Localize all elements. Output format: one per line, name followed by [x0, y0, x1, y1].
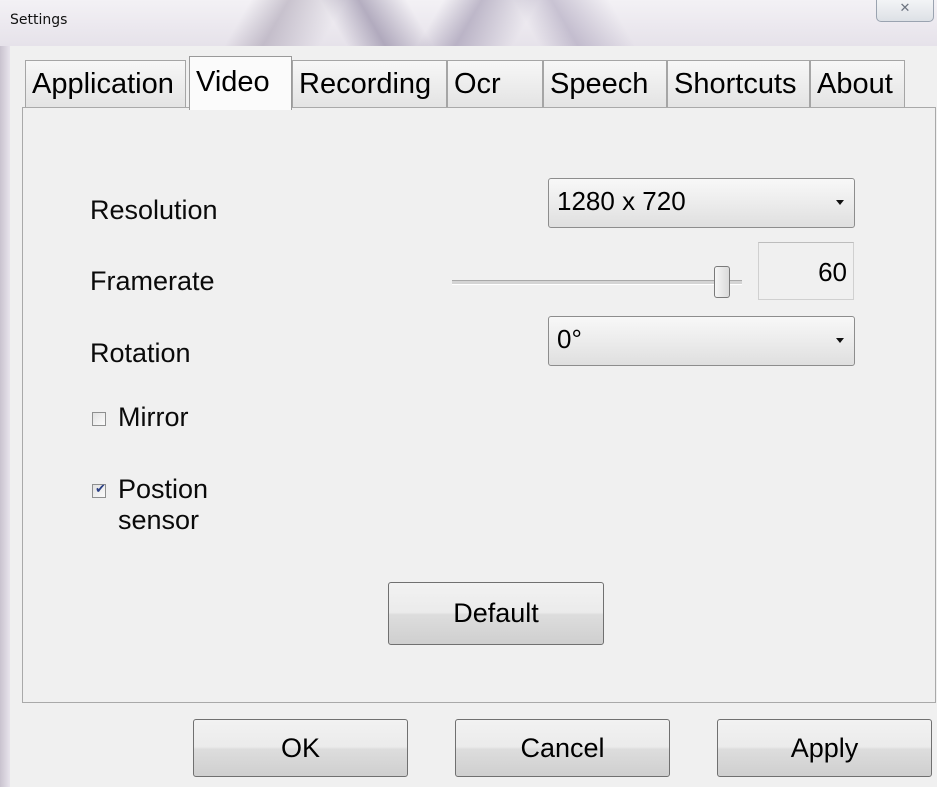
tab-about[interactable]: About [810, 60, 905, 108]
cancel-button[interactable]: Cancel [455, 719, 670, 777]
ok-button[interactable]: OK [193, 719, 408, 777]
apply-button[interactable]: Apply [717, 719, 932, 777]
close-icon: ✕ [899, 1, 911, 16]
tab-speech[interactable]: Speech [543, 60, 667, 108]
framerate-slider-thumb[interactable] [713, 266, 730, 298]
chevron-down-icon [836, 338, 844, 343]
framerate-value: 60 [818, 257, 847, 287]
framerate-slider-track[interactable] [452, 280, 742, 285]
window-border [0, 46, 10, 787]
tab-video[interactable]: Video [189, 56, 292, 110]
title-bar[interactable]: Settings ✕ [0, 0, 937, 46]
tab-shortcuts[interactable]: Shortcuts [667, 60, 810, 108]
tab-ocr[interactable]: Ocr [447, 60, 543, 108]
tab-recording[interactable]: Recording [292, 60, 447, 108]
settings-window: Settings ✕ Application Video Recording O… [0, 0, 937, 787]
mirror-label[interactable]: Mirror [118, 402, 188, 433]
position-sensor-checkbox[interactable]: ✔ [92, 482, 106, 498]
rotation-value: 0° [557, 324, 582, 354]
chevron-down-icon [836, 200, 844, 205]
framerate-value-box: 60 [758, 242, 854, 300]
resolution-label: Resolution [90, 195, 218, 225]
default-button[interactable]: Default [388, 582, 604, 645]
framerate-label: Framerate [90, 266, 215, 296]
tab-application[interactable]: Application [25, 60, 186, 108]
position-sensor-label[interactable]: Postion sensor [118, 474, 208, 536]
close-button[interactable]: ✕ [876, 0, 934, 22]
mirror-checkbox[interactable] [92, 412, 106, 426]
resolution-value: 1280 x 720 [557, 186, 686, 216]
rotation-label: Rotation [90, 338, 191, 368]
check-icon: ✔ [95, 482, 106, 497]
resolution-dropdown[interactable]: 1280 x 720 [548, 178, 855, 228]
window-title: Settings [10, 12, 68, 28]
rotation-dropdown[interactable]: 0° [548, 316, 855, 366]
